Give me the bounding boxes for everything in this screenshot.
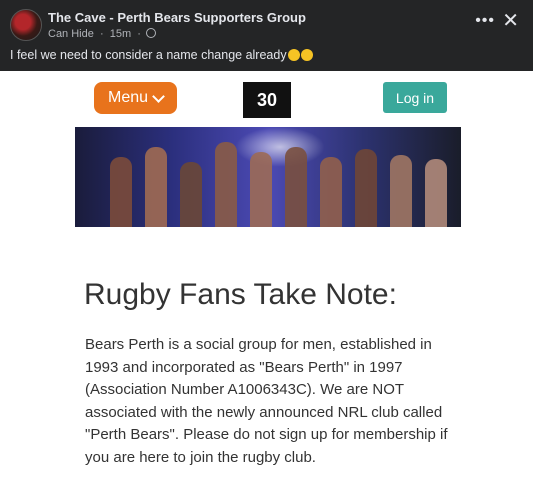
post-text: I feel we need to consider a name change… <box>10 48 313 62</box>
post-header: The Cave - Perth Bears Supporters Group … <box>0 0 533 70</box>
banner-person <box>390 155 412 227</box>
body-text: Bears Perth is a social group for men, e… <box>85 336 448 466</box>
banner-person <box>425 159 447 227</box>
login-label: Log in <box>395 89 435 106</box>
chevron-down-icon <box>152 89 165 103</box>
post-author[interactable]: Can Hide <box>48 28 94 40</box>
banner-person <box>285 147 307 227</box>
close-icon[interactable]: ✕ <box>502 8 519 33</box>
group-avatar[interactable] <box>10 9 42 41</box>
post-meta: Can Hide · 15m · <box>48 28 157 40</box>
post-text-content: I feel we need to consider a name change… <box>10 48 287 62</box>
site-logo[interactable]: 30 <box>243 82 291 118</box>
banner-image <box>75 127 461 227</box>
group-name[interactable]: The Cave - Perth Bears Supporters Group <box>48 10 306 25</box>
stage-light <box>235 127 325 167</box>
post-time[interactable]: 15m <box>110 28 131 40</box>
banner-person <box>250 152 272 227</box>
banner-person <box>215 142 237 227</box>
more-options-button[interactable]: ••• <box>475 12 495 30</box>
banner-person <box>320 157 342 227</box>
laughing-emoji-icon <box>300 49 313 61</box>
page-headline: Rugby Fans Take Note: <box>84 278 397 311</box>
banner-person <box>145 147 167 227</box>
separator: · <box>134 28 141 40</box>
banner-person <box>355 149 377 227</box>
login-button[interactable]: Log in <box>383 82 447 113</box>
banner-person <box>180 162 202 227</box>
separator: · <box>96 28 107 40</box>
globe-icon <box>146 28 157 38</box>
site-logo-text: 30 <box>256 89 278 110</box>
menu-button[interactable]: Menu <box>94 82 177 114</box>
banner-person <box>110 157 132 227</box>
menu-label: Menu <box>107 89 149 106</box>
laughing-emoji-icon <box>287 49 300 61</box>
